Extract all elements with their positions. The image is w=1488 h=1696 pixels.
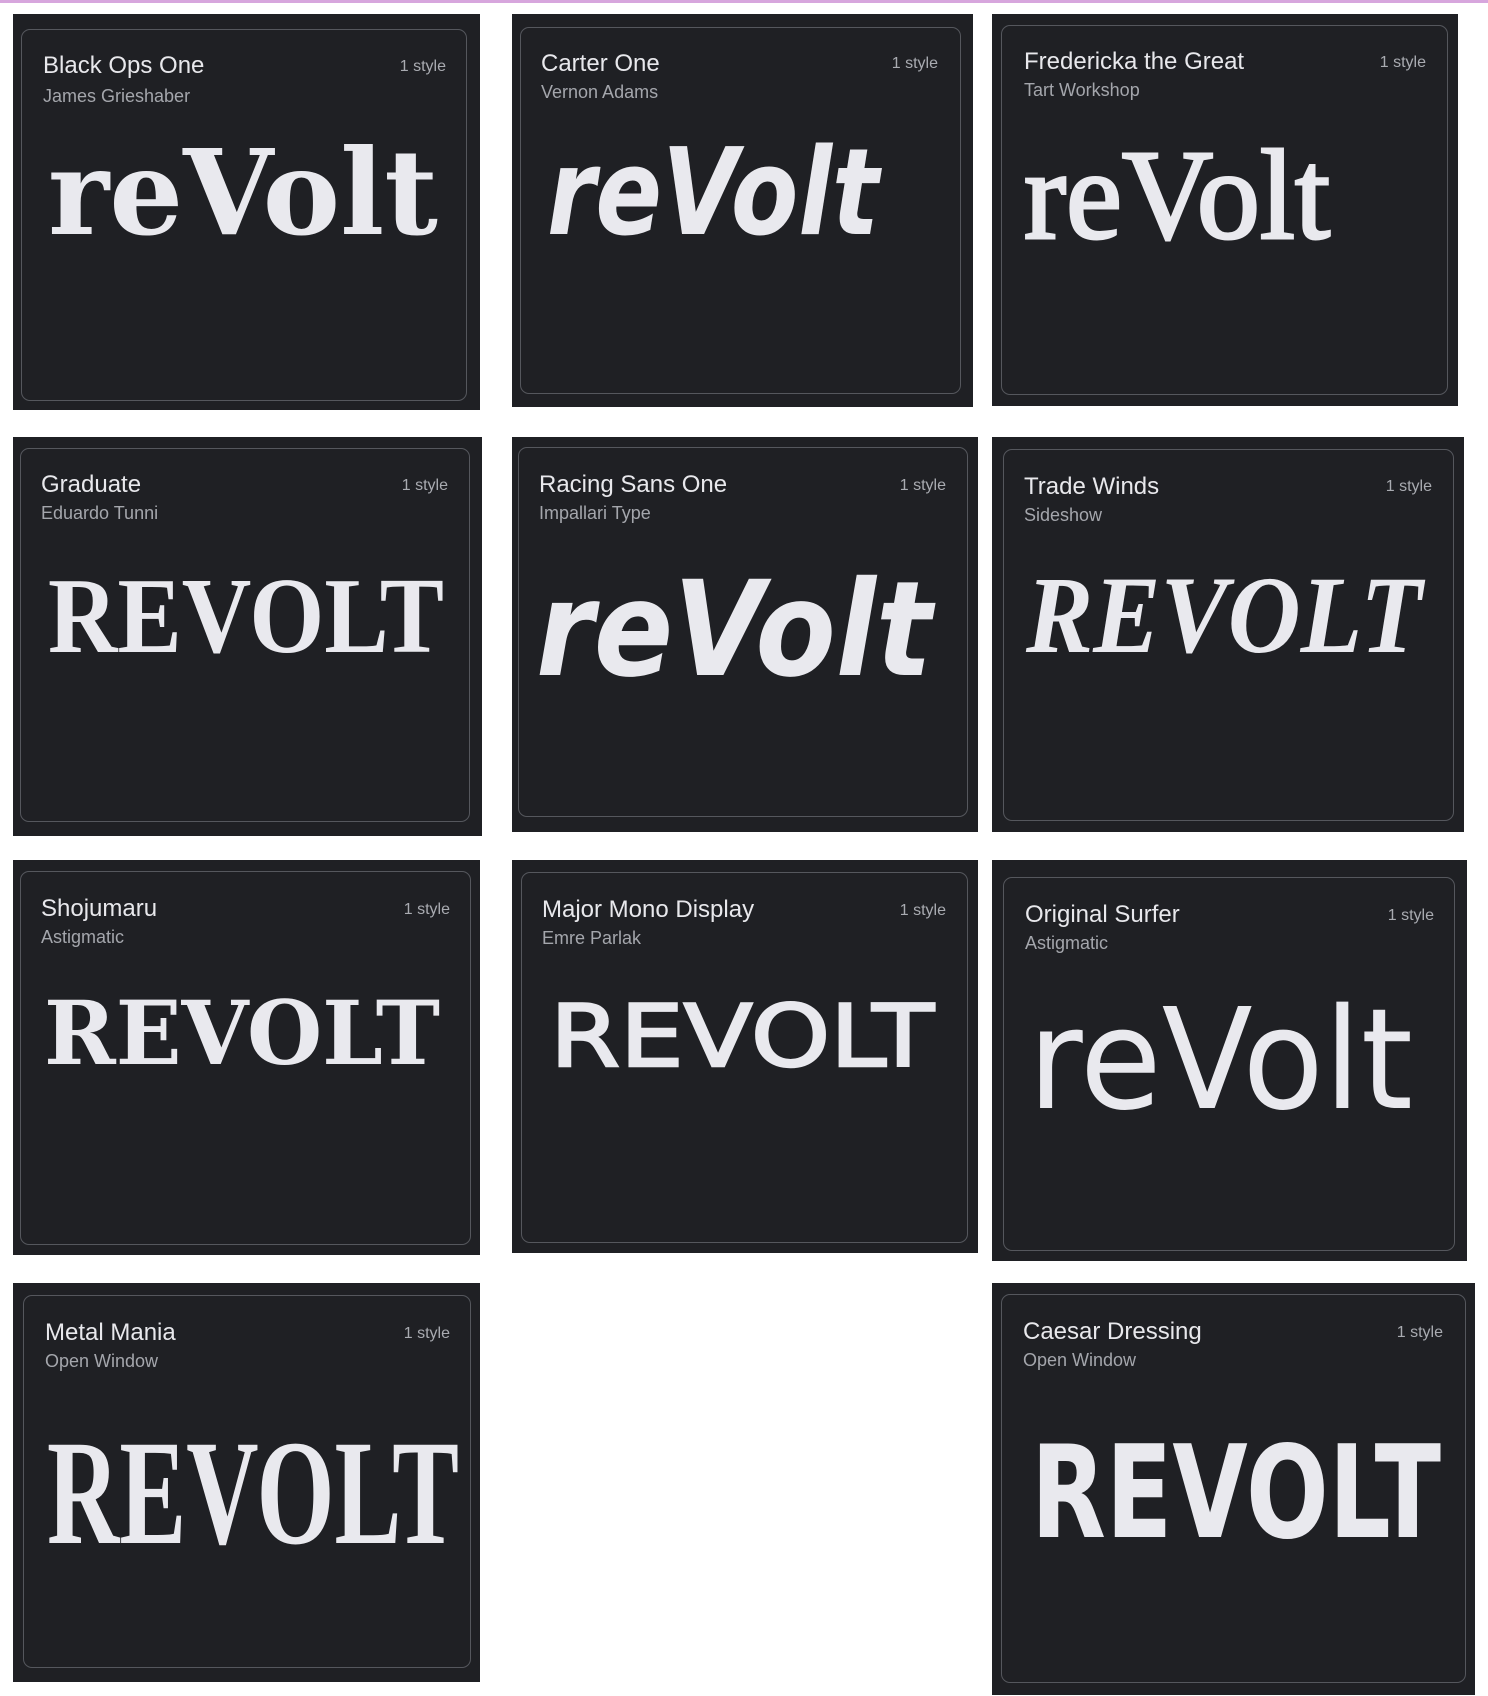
- style-count: 1 style: [1387, 907, 1434, 924]
- font-card-racing-sans-one[interactable]: Racing Sans One Impallari Type 1 style r…: [512, 437, 978, 832]
- font-sample-preview: reVolt: [547, 124, 883, 263]
- font-sample-preview: REVOLT: [1031, 1419, 1441, 1568]
- top-accent-line: [0, 0, 1488, 3]
- font-author: Open Window: [1023, 1350, 1137, 1370]
- font-card-fredericka-the-great[interactable]: Fredericka the Great Tart Workshop 1 sty…: [992, 14, 1458, 406]
- font-author: Eduardo Tunni: [41, 503, 159, 523]
- font-sample-preview: REVOLT: [48, 557, 444, 676]
- sample-text: REVOLT: [550, 987, 935, 1087]
- style-count: 1 style: [1396, 1324, 1443, 1341]
- font-author: Emre Parlak: [542, 928, 642, 948]
- style-count: 1 style: [899, 902, 946, 919]
- font-name: Caesar Dressing: [1023, 1318, 1202, 1345]
- font-author: Impallari Type: [539, 503, 651, 523]
- font-author: James Grieshaber: [43, 86, 191, 106]
- font-name: Original Surfer: [1025, 901, 1180, 928]
- font-sample-preview: REVOLT: [1025, 554, 1425, 676]
- font-name: Shojumaru: [41, 895, 158, 922]
- sample-text: reVolt: [547, 124, 883, 263]
- font-sample-preview: reVolt: [1023, 123, 1332, 268]
- style-count: 1 style: [403, 1325, 450, 1342]
- font-author: Astigmatic: [1025, 933, 1109, 953]
- font-card-original-surfer[interactable]: Original Surfer Astigmatic 1 style reVol…: [992, 860, 1467, 1261]
- font-card-shojumaru[interactable]: Shojumaru Astigmatic 1 style REVOLT: [13, 860, 480, 1255]
- font-card-black-ops-one[interactable]: Black Ops One James Grieshaber 1 style r…: [13, 14, 480, 410]
- font-name: Black Ops One: [43, 52, 205, 79]
- font-name: Graduate: [41, 471, 142, 498]
- font-author: Astigmatic: [41, 927, 125, 947]
- font-name: Trade Winds: [1024, 473, 1160, 500]
- font-card-major-mono-display[interactable]: Major Mono Display Emre Parlak 1 style R…: [512, 860, 978, 1253]
- font-sample-preview: reVolt: [1028, 979, 1413, 1142]
- font-name: Carter One: [541, 50, 660, 77]
- font-sample-preview: reVolt: [48, 123, 438, 262]
- font-name: Major Mono Display: [542, 896, 755, 923]
- sample-text: REVOLT: [48, 557, 444, 676]
- sample-text: REVOLT: [44, 981, 440, 1085]
- sample-text: reVolt: [1028, 979, 1413, 1142]
- font-author: Vernon Adams: [541, 82, 659, 102]
- font-card-trade-winds[interactable]: Trade Winds Sideshow 1 style REVOLT: [992, 437, 1464, 832]
- style-count: 1 style: [899, 477, 946, 494]
- sample-text: REVOLT: [1031, 1419, 1441, 1568]
- font-name: Metal Mania: [45, 1319, 176, 1346]
- sample-text: reVolt: [48, 123, 438, 262]
- style-count: 1 style: [403, 901, 450, 918]
- font-author: Sideshow: [1024, 505, 1103, 525]
- font-card-metal-mania[interactable]: Metal Mania Open Window 1 style REVOLT: [13, 1283, 480, 1682]
- font-card-carter-one[interactable]: Carter One Vernon Adams 1 style reVolt: [512, 14, 973, 407]
- sample-text: REVOLT: [1025, 554, 1425, 676]
- font-name: Fredericka the Great: [1024, 48, 1245, 75]
- style-count: 1 style: [399, 58, 446, 75]
- font-author: Open Window: [45, 1351, 159, 1371]
- style-count: 1 style: [1379, 54, 1426, 71]
- style-count: 1 style: [891, 55, 938, 72]
- sample-text: reVolt: [536, 553, 936, 707]
- font-card-graduate[interactable]: Graduate Eduardo Tunni 1 style REVOLT: [13, 437, 482, 836]
- font-sample-preview: REVOLT: [47, 1410, 459, 1576]
- font-sample-preview: reVolt: [536, 553, 936, 707]
- style-count: 1 style: [401, 477, 448, 494]
- font-name: Racing Sans One: [539, 471, 728, 498]
- font-sample-preview: REVOLT: [44, 981, 440, 1085]
- style-count: 1 style: [1385, 478, 1432, 495]
- sample-text: reVolt: [1024, 124, 1330, 266]
- font-card-caesar-dressing[interactable]: Caesar Dressing Open Window 1 style REVO…: [992, 1283, 1475, 1695]
- sample-text: REVOLT: [47, 1410, 459, 1576]
- font-sample-preview: REVOLT: [549, 986, 936, 1088]
- font-author: Tart Workshop: [1024, 80, 1140, 100]
